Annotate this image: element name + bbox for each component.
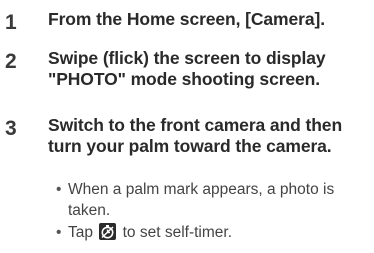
step-number: 2 (5, 50, 17, 73)
step-instruction: Switch to the front camera and then turn… (48, 115, 343, 156)
self-timer-icon (99, 223, 117, 240)
note-text: When a palm mark appears, a photo is tak… (68, 181, 335, 219)
step-instruction: Swipe (flick) the screen to display "PHO… (48, 48, 326, 89)
note-text-before: Tap (68, 224, 93, 241)
step-number: 3 (5, 117, 17, 140)
note-item: • Tap to set self-timer. (56, 222, 370, 243)
step-3-notes: • When a palm mark appears, a photo is t… (56, 179, 370, 244)
note-item: • When a palm mark appears, a photo is t… (56, 179, 370, 221)
note-text-after: to set self-timer. (122, 224, 233, 241)
bullet-marker: • (56, 181, 62, 198)
step-instruction: From the Home screen, [Camera]. (48, 9, 325, 29)
bullet-marker: • (56, 224, 62, 241)
step-number: 1 (5, 11, 17, 34)
